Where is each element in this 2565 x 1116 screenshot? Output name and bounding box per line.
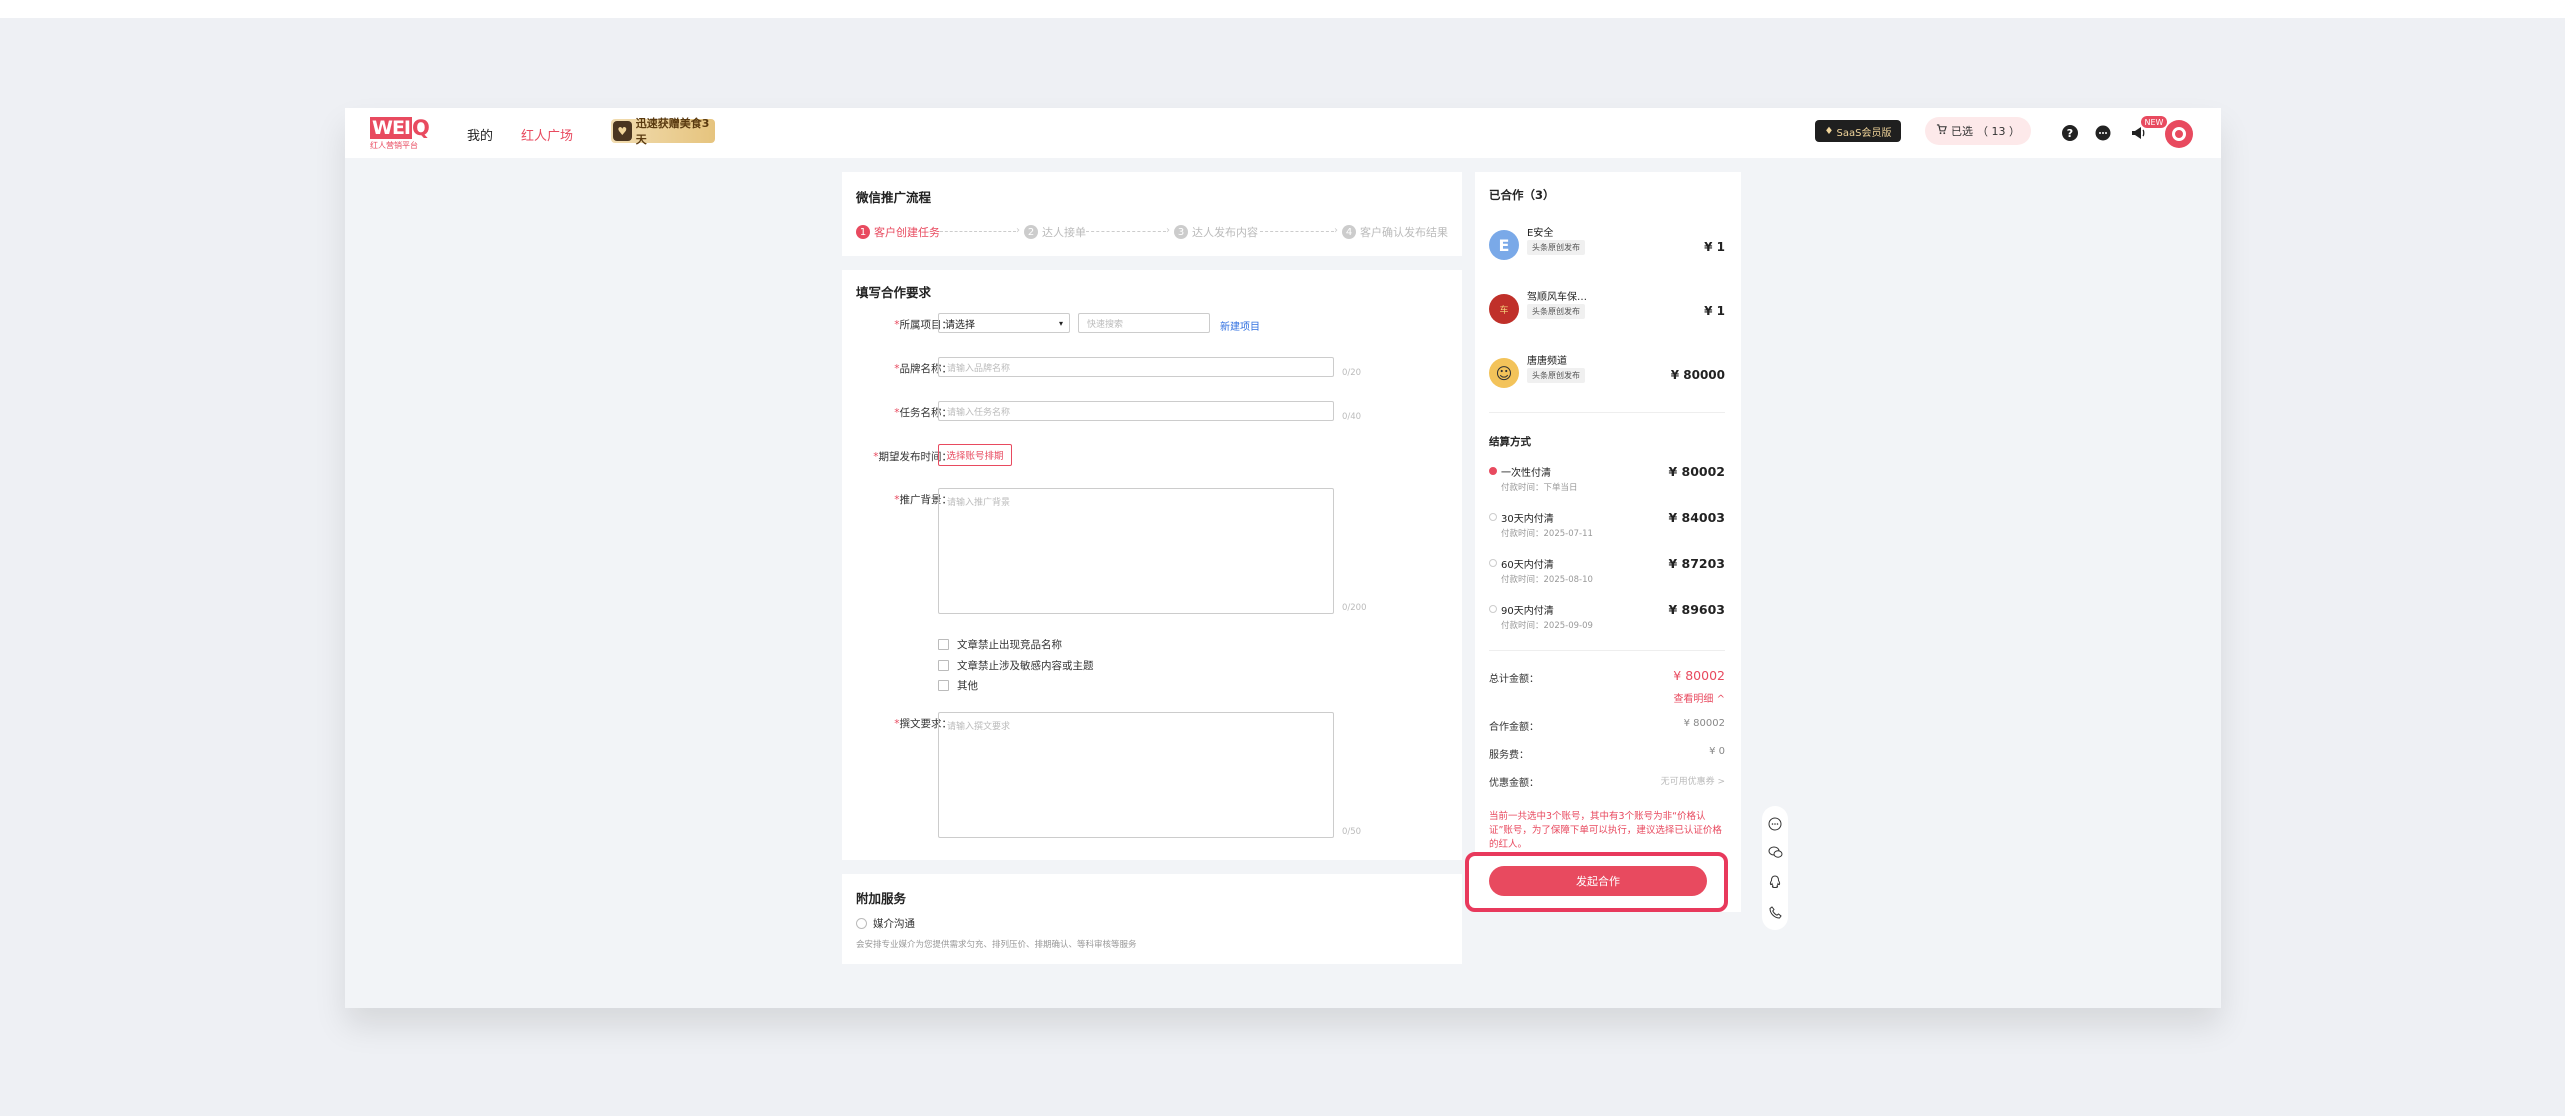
cooperated-title: 已合作（3） — [1489, 188, 1555, 202]
summary-card: 已合作（3） E E安全 头条原创发布 ¥ 1 车 驾顺风车保… 头条原创发布 … — [1475, 172, 1741, 912]
cart-button[interactable]: 已选 （ 13 ） — [1925, 117, 2031, 145]
avatar: 车 — [1489, 294, 1519, 324]
brand-label: *品牌名称： — [894, 363, 952, 375]
promo-text: 迅速获赠美食3天 — [635, 117, 710, 146]
coop-amount-row: 合作金额： ¥ 80002 — [1489, 718, 1725, 733]
form-card: 填写合作要求 *所属项目： 请选择 ▾ 快速搜索 新建项目 *品牌名称： 请输入品… — [842, 270, 1462, 860]
step-3: 3 达人发布内容 — [1174, 224, 1258, 240]
background-counter: 0/200 — [1342, 603, 1367, 613]
qq-icon[interactable] — [1767, 874, 1783, 890]
radio[interactable] — [1489, 605, 1497, 613]
step-2: 2 达人接单 — [1024, 224, 1086, 240]
fee-row: 服务费： ¥ 0 — [1489, 746, 1725, 761]
heart-icon: ♥ — [613, 121, 632, 141]
task-name-input[interactable]: 请输入任务名称 — [938, 401, 1334, 421]
logo-subtitle: 红人营销平台 — [370, 141, 418, 150]
promo-banner[interactable]: ♥ 迅速获赠美食3天 — [611, 117, 715, 146]
extra-desc: 会安排专业媒介为您提供需求匀充、排列压价、排期确认、等科审核等服务 — [856, 940, 1137, 950]
top-strip — [0, 0, 2565, 18]
form-title: 填写合作要求 — [856, 285, 932, 300]
chat-icon[interactable] — [1767, 816, 1783, 832]
divider — [1489, 412, 1725, 413]
nav-kol-square[interactable]: 红人广场 — [521, 125, 573, 144]
detail-row: 查看明细 ^ — [1489, 690, 1725, 705]
publish-time-label: *期望发布时间： — [873, 451, 952, 463]
flow-steps: 1 客户创建任务 › 2 达人接单 › 3 达人发布内容 › 4 客户确认发布结果 — [856, 224, 1452, 240]
flow-card: 微信推广流程 1 客户创建任务 › 2 达人接单 › 3 达人发布内容 › 4 客户确认… — [842, 172, 1462, 256]
saas-label: SaaS会员版 — [1836, 127, 1892, 139]
diamond-icon: ♦ — [1824, 125, 1834, 137]
divider — [1489, 650, 1725, 651]
writing-label: *撰文要求： — [894, 718, 952, 730]
view-detail-link[interactable]: 查看明细 ^ — [1673, 690, 1725, 705]
brand-name-input[interactable]: 请输入品牌名称 — [938, 357, 1334, 377]
phone-icon[interactable] — [1767, 904, 1783, 920]
task-counter: 0/40 — [1342, 412, 1362, 422]
radio[interactable] — [1489, 513, 1497, 521]
chevron-down-icon: ▾ — [1058, 318, 1063, 328]
extra-card: 附加服务 媒介沟通 会安排专业媒介为您提供需求匀充、排列压价、排期确认、等科审核… — [842, 874, 1462, 964]
check-other[interactable]: 其他 — [938, 678, 978, 693]
logo-text: WEI — [370, 117, 413, 139]
wechat-icon[interactable] — [1767, 844, 1783, 860]
discount-row: 优惠金额： 无可用优惠券 > — [1489, 774, 1725, 789]
pay-option-60[interactable]: 60天内付清 付款时间：2025-08-10 ¥ 87203 — [1489, 556, 1725, 592]
cart-label: 已选 — [1951, 125, 1973, 138]
logo[interactable]: WEI Q 红人营销平台 — [370, 117, 430, 151]
navbar: WEI Q 红人营销平台 我的 红人广场 ♥ 迅速获赠美食3天 ♦ SaaS会员… — [345, 108, 2221, 158]
project-select[interactable]: 请选择 ▾ — [938, 313, 1070, 333]
total-amount: ¥ 80002 — [1673, 668, 1725, 683]
user-avatar[interactable] — [2165, 120, 2193, 148]
flow-title: 微信推广流程 — [856, 190, 932, 205]
radio[interactable] — [856, 918, 867, 929]
background-textarea[interactable]: 请输入推广背景 — [938, 488, 1334, 614]
nav-mine[interactable]: 我的 — [467, 125, 493, 144]
avatar: ☺ — [1489, 358, 1519, 388]
total-row: 总计金额： ¥ 80002 — [1489, 668, 1725, 685]
start-cooperation-button[interactable]: 发起合作 — [1489, 866, 1707, 896]
settlement-title: 结算方式 — [1489, 436, 1531, 448]
task-label: *任务名称： — [894, 407, 952, 419]
writing-counter: 0/50 — [1342, 827, 1362, 837]
checkbox[interactable] — [938, 680, 949, 691]
radio[interactable] — [1489, 467, 1497, 475]
background-label: *推广背景： — [894, 494, 952, 506]
new-badge: NEW — [2141, 116, 2167, 128]
extra-title: 附加服务 — [856, 891, 907, 906]
checkbox[interactable] — [938, 660, 949, 671]
coupon-link[interactable]: 无可用优惠券 > — [1661, 774, 1725, 787]
cart-icon — [1936, 124, 1947, 138]
pay-option-full[interactable]: 一次性付清 付款时间：下单当日 ¥ 80002 — [1489, 464, 1725, 500]
floating-toolbar — [1762, 806, 1788, 930]
writing-textarea[interactable]: 请输入撰文要求 — [938, 712, 1334, 838]
cart-count: （ 13 ） — [1977, 125, 2020, 138]
logo-letter: Q — [412, 116, 430, 140]
avatar: E — [1489, 230, 1519, 260]
radio[interactable] — [1489, 559, 1497, 567]
saas-badge[interactable]: ♦ SaaS会员版 — [1815, 120, 1901, 142]
check-no-competitor[interactable]: 文章禁止出现竞品名称 — [938, 637, 1062, 652]
step-1: 1 客户创建任务 — [856, 224, 940, 240]
help-icon[interactable]: ? — [2061, 124, 2079, 142]
project-label: *所属项目： — [894, 319, 952, 331]
kol-item[interactable]: ☺ 唐唐频道 头条原创发布 ¥ 80000 — [1489, 352, 1725, 396]
kol-item[interactable]: E E安全 头条原创发布 ¥ 1 — [1489, 224, 1725, 268]
brand-counter: 0/20 — [1342, 368, 1362, 378]
pay-option-30[interactable]: 30天内付清 付款时间：2025-07-11 ¥ 84003 — [1489, 510, 1725, 546]
warning-text: 当前一共选中3个账号，其中有3个账号为非“价格认证”账号，为了保障下单可以执行，… — [1489, 811, 1722, 850]
media-option[interactable]: 媒介沟通 — [856, 916, 915, 931]
new-project-link[interactable]: 新建项目 — [1220, 318, 1260, 333]
message-icon[interactable] — [2094, 124, 2112, 142]
schedule-button[interactable]: 选择账号排期 — [938, 444, 1012, 466]
step-4: 4 客户确认发布结果 — [1342, 224, 1448, 240]
check-no-sensitive[interactable]: 文章禁止涉及敏感内容或主题 — [938, 658, 1094, 673]
pay-option-90[interactable]: 90天内付清 付款时间：2025-09-09 ¥ 89603 — [1489, 602, 1725, 638]
kol-item[interactable]: 车 驾顺风车保… 头条原创发布 ¥ 1 — [1489, 288, 1725, 332]
project-search-input[interactable]: 快速搜索 — [1078, 313, 1210, 333]
checkbox[interactable] — [938, 639, 949, 650]
app-frame: WEI Q 红人营销平台 我的 红人广场 ♥ 迅速获赠美食3天 ♦ SaaS会员… — [345, 108, 2221, 1008]
